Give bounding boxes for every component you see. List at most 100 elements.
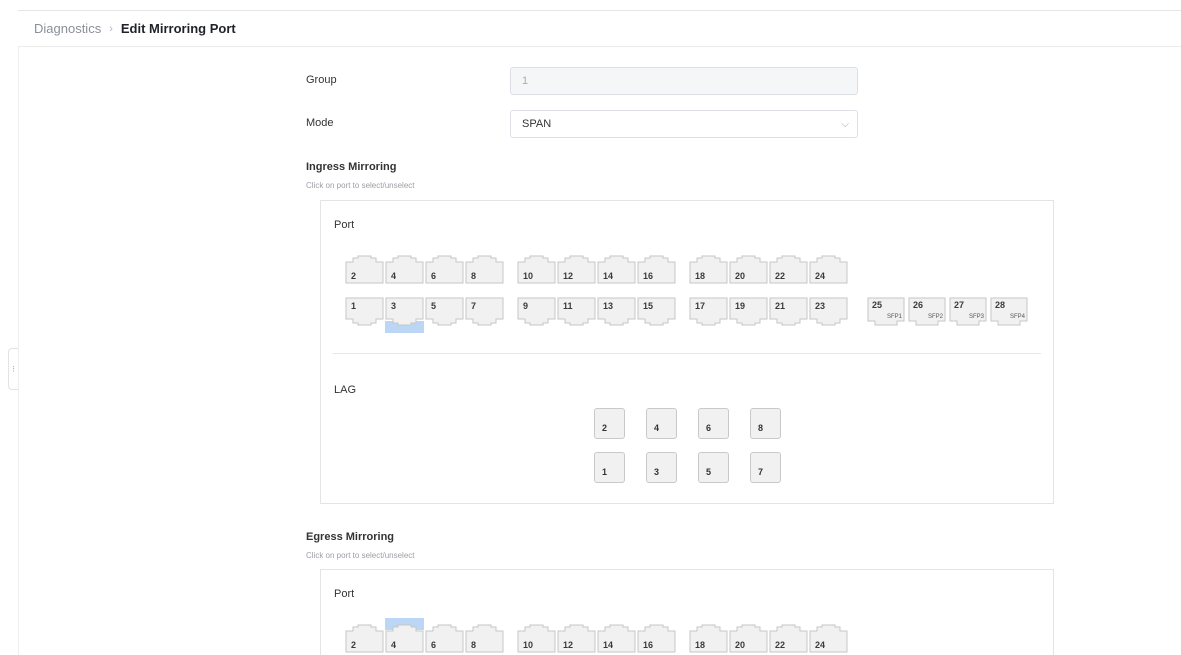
port-number: 18 bbox=[695, 640, 706, 650]
port-number: 24 bbox=[815, 271, 826, 281]
egress-port-22[interactable]: 22 bbox=[769, 624, 808, 653]
ingress-sfp-port-27[interactable]: 27 SFP3 bbox=[949, 297, 987, 326]
port-number: 25 bbox=[872, 300, 883, 310]
mode-select[interactable]: SPAN ⌵ bbox=[510, 110, 858, 138]
port-number: 11 bbox=[563, 301, 573, 311]
egress-port-12[interactable]: 12 bbox=[557, 624, 596, 653]
collapse-sidebar-handle[interactable]: ⁝ bbox=[8, 348, 18, 390]
ingress-port-3[interactable]: 3 bbox=[385, 297, 424, 333]
ingress-port-16[interactable]: 16 bbox=[637, 255, 676, 284]
port-number: 15 bbox=[643, 301, 654, 311]
chevron-right-icon: › bbox=[109, 22, 113, 35]
ingress-port-17[interactable]: 17 bbox=[689, 297, 728, 326]
breadcrumb-parent-link[interactable]: Diagnostics bbox=[34, 21, 101, 36]
egress-panel: Port 2 4 6 8 10 12 14 16 18 20 22 24 bbox=[320, 569, 1054, 655]
ingress-port-19[interactable]: 19 bbox=[729, 297, 768, 326]
ingress-port-7[interactable]: 7 bbox=[465, 297, 504, 326]
port-number: 16 bbox=[643, 271, 654, 281]
ingress-port-20[interactable]: 20 bbox=[729, 255, 768, 284]
port-number: 2 bbox=[351, 271, 357, 281]
page-title: Edit Mirroring Port bbox=[120, 21, 236, 36]
egress-port-label: Port bbox=[334, 588, 355, 600]
ingress-port-23[interactable]: 23 bbox=[809, 297, 848, 326]
ingress-lag-8[interactable]: 8 bbox=[750, 408, 781, 439]
ingress-port-14[interactable]: 14 bbox=[597, 255, 636, 284]
port-number: 20 bbox=[735, 271, 746, 281]
port-number: 14 bbox=[603, 271, 614, 281]
egress-hint: Click on port to select/unselect bbox=[306, 551, 415, 560]
ingress-port-2[interactable]: 2 bbox=[345, 255, 384, 284]
ingress-title: Ingress Mirroring bbox=[306, 161, 397, 173]
ingress-port-15[interactable]: 15 bbox=[637, 297, 676, 326]
ingress-port-10[interactable]: 10 bbox=[517, 255, 556, 284]
ingress-port-24[interactable]: 24 bbox=[809, 255, 848, 284]
ingress-port-1[interactable]: 1 bbox=[345, 297, 384, 326]
ingress-sfp-port-26[interactable]: 26 SFP2 bbox=[908, 297, 946, 326]
port-number: 16 bbox=[643, 640, 654, 650]
lag-number: 6 bbox=[706, 423, 712, 433]
group-value: 1 bbox=[522, 75, 529, 87]
ingress-hint: Click on port to select/unselect bbox=[306, 181, 415, 190]
port-number: 9 bbox=[523, 301, 529, 311]
ingress-port-11[interactable]: 11 bbox=[557, 297, 596, 326]
lag-number: 8 bbox=[758, 423, 764, 433]
port-number: 2 bbox=[351, 640, 357, 650]
ingress-panel: Port 2 4 6 8 10 12 14 16 18 20 22 24 1 3 5 7 9 11 13 15 17 19… bbox=[320, 200, 1054, 504]
ingress-port-18[interactable]: 18 bbox=[689, 255, 728, 284]
egress-port-6[interactable]: 6 bbox=[425, 624, 464, 653]
ingress-sfp-port-28[interactable]: 28 SFP4 bbox=[990, 297, 1028, 326]
breadcrumb: Diagnostics › Edit Mirroring Port bbox=[18, 11, 1181, 47]
ingress-port-4[interactable]: 4 bbox=[385, 255, 424, 284]
ingress-lag-label: LAG bbox=[334, 384, 357, 396]
chevron-down-icon: ⌵ bbox=[841, 119, 849, 130]
port-number: 3 bbox=[391, 301, 397, 311]
egress-port-20[interactable]: 20 bbox=[729, 624, 768, 653]
ingress-port-9[interactable]: 9 bbox=[517, 297, 556, 326]
ingress-port-12[interactable]: 12 bbox=[557, 255, 596, 284]
port-number: 22 bbox=[775, 271, 786, 281]
port-number: 23 bbox=[815, 301, 826, 311]
port-number: 19 bbox=[735, 301, 746, 311]
lag-number: 5 bbox=[706, 467, 712, 477]
egress-port-10[interactable]: 10 bbox=[517, 624, 556, 653]
egress-port-4[interactable]: 4 bbox=[385, 618, 424, 653]
egress-port-18[interactable]: 18 bbox=[689, 624, 728, 653]
ingress-port-5[interactable]: 5 bbox=[425, 297, 464, 326]
ingress-port-21[interactable]: 21 bbox=[769, 297, 808, 326]
ingress-sfp-port-25[interactable]: 25 SFP1 bbox=[867, 297, 905, 326]
port-number: 7 bbox=[471, 301, 477, 311]
egress-port-14[interactable]: 14 bbox=[597, 624, 636, 653]
ingress-port-8[interactable]: 8 bbox=[465, 255, 504, 284]
port-number: 6 bbox=[431, 271, 437, 281]
sfp-label: SFP1 bbox=[886, 314, 902, 320]
port-number: 4 bbox=[391, 640, 397, 650]
ingress-lag-4[interactable]: 4 bbox=[646, 408, 677, 439]
egress-port-24[interactable]: 24 bbox=[809, 624, 848, 653]
ingress-lag-6[interactable]: 6 bbox=[698, 408, 729, 439]
port-number: 21 bbox=[775, 301, 786, 311]
ingress-port-22[interactable]: 22 bbox=[769, 255, 808, 284]
ingress-lag-3[interactable]: 3 bbox=[646, 452, 677, 483]
port-number: 1 bbox=[351, 301, 357, 311]
egress-port-16[interactable]: 16 bbox=[637, 624, 676, 653]
port-number: 10 bbox=[523, 271, 534, 281]
lag-number: 3 bbox=[654, 467, 660, 477]
port-number: 13 bbox=[603, 301, 614, 311]
ingress-lag-1[interactable]: 1 bbox=[594, 452, 625, 483]
egress-port-2[interactable]: 2 bbox=[345, 624, 384, 653]
egress-title: Egress Mirroring bbox=[306, 531, 395, 543]
ingress-lag-7[interactable]: 7 bbox=[750, 452, 781, 483]
ingress-divider bbox=[333, 353, 1041, 354]
egress-port-8[interactable]: 8 bbox=[465, 624, 504, 653]
ingress-port-label: Port bbox=[334, 219, 355, 231]
mode-label: Mode bbox=[306, 117, 334, 129]
lag-number: 4 bbox=[654, 423, 660, 433]
ingress-port-6[interactable]: 6 bbox=[425, 255, 464, 284]
ingress-lag-5[interactable]: 5 bbox=[698, 452, 729, 483]
sfp-label: SFP2 bbox=[927, 314, 943, 320]
page: Diagnostics › Edit Mirroring Port ⁝ Grou… bbox=[0, 0, 1181, 655]
port-number: 4 bbox=[391, 271, 397, 281]
ingress-lag-2[interactable]: 2 bbox=[594, 408, 625, 439]
ingress-port-13[interactable]: 13 bbox=[597, 297, 636, 326]
group-label: Group bbox=[306, 74, 337, 86]
